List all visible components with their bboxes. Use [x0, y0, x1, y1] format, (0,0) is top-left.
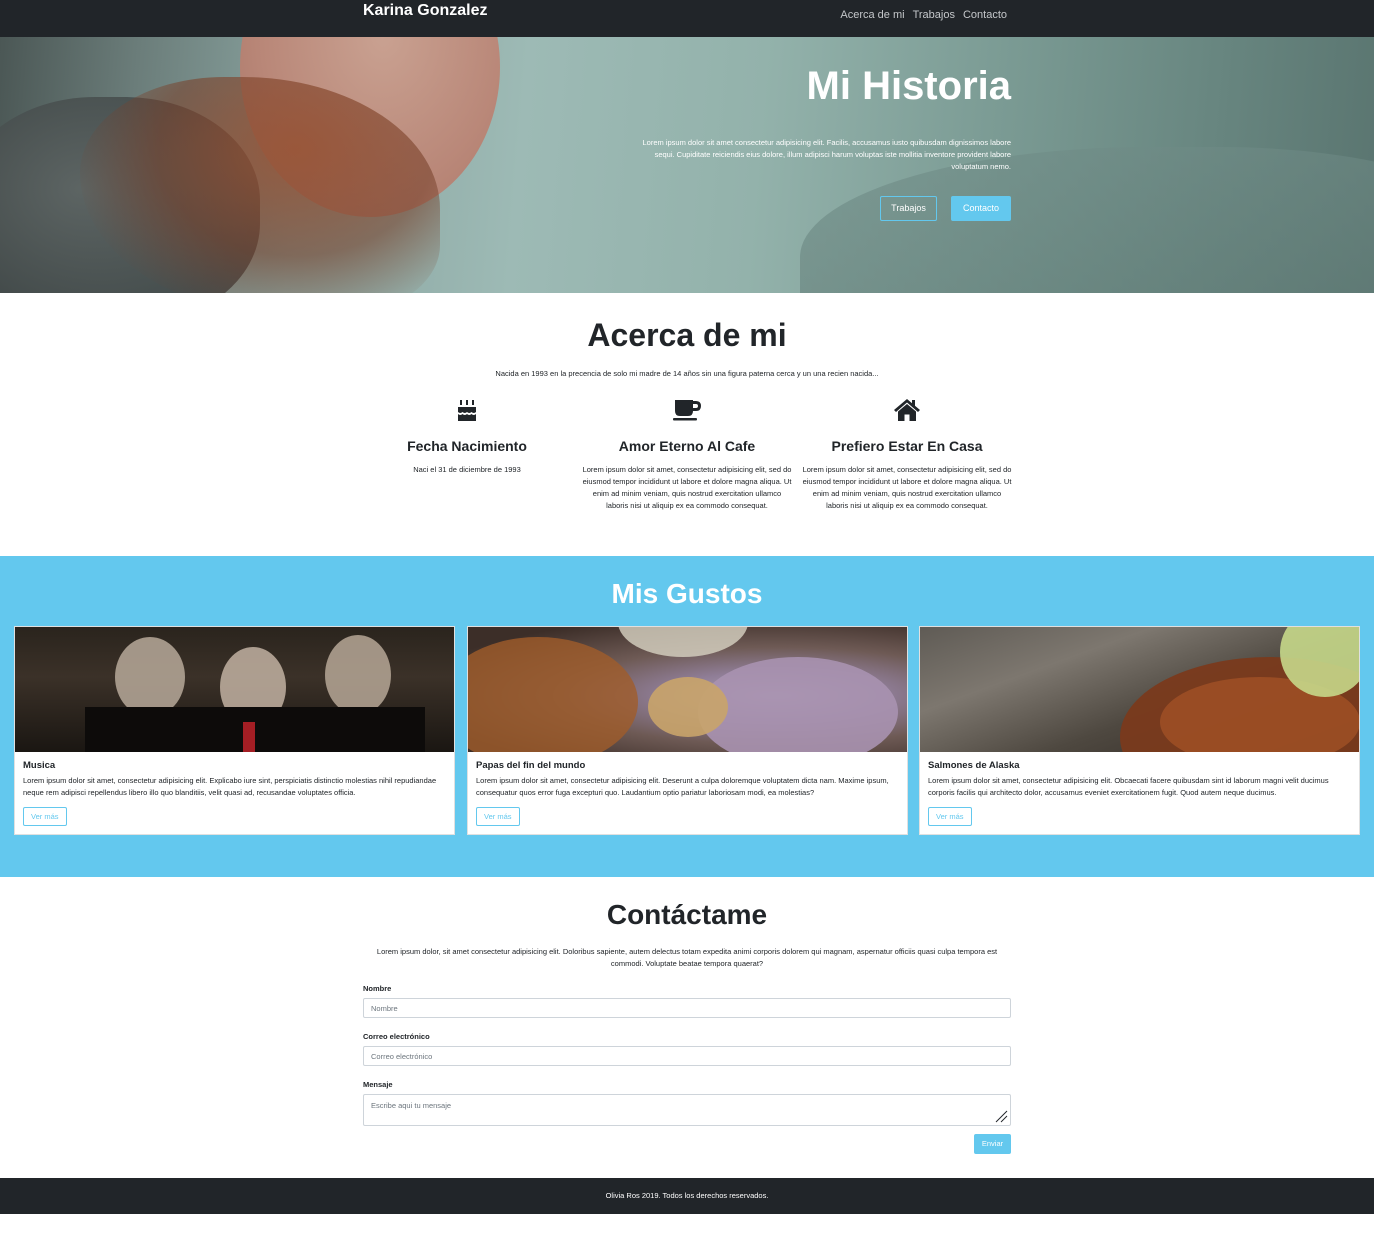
home-icon	[802, 398, 1012, 424]
name-input[interactable]	[363, 998, 1011, 1018]
card-image-music	[15, 627, 454, 752]
contact-title: Contáctame	[606, 899, 768, 930]
feature-title: Prefiero Estar En Casa	[831, 438, 983, 454]
feature-birth-date: Fecha Nacimiento Naci el 31 de diciembre…	[362, 398, 572, 476]
hero-title: Mi Historia	[806, 64, 1011, 108]
name-label: Nombre	[363, 984, 392, 993]
nav-link-contact[interactable]: Contacto	[963, 9, 1007, 21]
see-more-button[interactable]: Ver más	[23, 807, 67, 826]
card-music: Musica Lorem ipsum dolor sit amet, conse…	[14, 626, 455, 835]
see-more-button[interactable]: Ver más	[476, 807, 520, 826]
feature-home: Prefiero Estar En Casa Lorem ipsum dolor…	[802, 398, 1012, 512]
submit-button[interactable]: Enviar	[974, 1134, 1011, 1154]
card-potatoes: Papas del fin del mundo Lorem ipsum dolo…	[467, 626, 908, 835]
card-text: Lorem ipsum dolor sit amet, consectetur …	[928, 776, 1329, 797]
footer: Olivia Ros 2019. Todos los derechos rese…	[0, 1178, 1374, 1214]
contact-button[interactable]: Contacto	[951, 196, 1011, 221]
feature-title: Fecha Nacimiento	[407, 438, 527, 454]
card-image-salmon	[920, 627, 1359, 752]
email-label: Correo electrónico	[363, 1032, 430, 1041]
about-subtitle: Nacida en 1993 en la precencia de solo m…	[495, 369, 879, 378]
message-label: Mensaje	[363, 1080, 393, 1089]
feature-coffee: Amor Eterno Al Cafe Lorem ipsum dolor si…	[582, 398, 792, 512]
brand-link[interactable]: Karina Gonzalez	[363, 2, 487, 20]
card-title: Salmones de Alaska	[928, 760, 1020, 771]
email-input[interactable]	[363, 1046, 1011, 1066]
footer-text: Olivia Ros 2019. Todos los derechos rese…	[605, 1191, 769, 1200]
card-text: Lorem ipsum dolor sit amet, consectetur …	[23, 776, 437, 797]
card-text: Lorem ipsum dolor sit amet, consectetur …	[476, 776, 889, 797]
card-salmon: Salmones de Alaska Lorem ipsum dolor sit…	[919, 626, 1360, 835]
works-button[interactable]: Trabajos	[880, 196, 937, 221]
likes-title: Mis Gustos	[611, 578, 763, 609]
about-title: Acerca de mi	[587, 317, 787, 353]
see-more-button[interactable]: Ver más	[928, 807, 972, 826]
nav-links: Acerca de mi Trabajos Contacto	[840, 9, 1007, 21]
message-textarea[interactable]	[363, 1094, 1011, 1126]
card-title: Musica	[23, 760, 56, 771]
feature-text: Lorem ipsum dolor sit amet, consectetur …	[582, 465, 792, 510]
feature-text: Lorem ipsum dolor sit amet, consectetur …	[802, 465, 1012, 510]
nav-link-about[interactable]: Acerca de mi	[840, 9, 904, 21]
card-image-potatoes	[468, 627, 907, 752]
hero-section: Mi Historia Lorem ipsum dolor sit amet c…	[0, 37, 1374, 293]
coffee-cup-icon	[582, 398, 792, 424]
nav-link-works[interactable]: Trabajos	[913, 9, 955, 21]
birthday-cake-icon	[362, 398, 572, 424]
likes-section: Mis Gustos Musica Lorem ipsum dolor sit …	[0, 556, 1374, 877]
card-title: Papas del fin del mundo	[476, 760, 586, 771]
resize-handle-icon[interactable]	[994, 1109, 1008, 1123]
contact-text: Lorem ipsum dolor, sit amet consectetur …	[376, 947, 998, 968]
hero-text: Lorem ipsum dolor sit amet consectetur a…	[642, 138, 1012, 171]
feature-text: Naci el 31 de diciembre de 1993	[413, 465, 521, 474]
feature-title: Amor Eterno Al Cafe	[618, 438, 756, 454]
navbar: Karina Gonzalez Acerca de mi Trabajos Co…	[0, 0, 1374, 37]
